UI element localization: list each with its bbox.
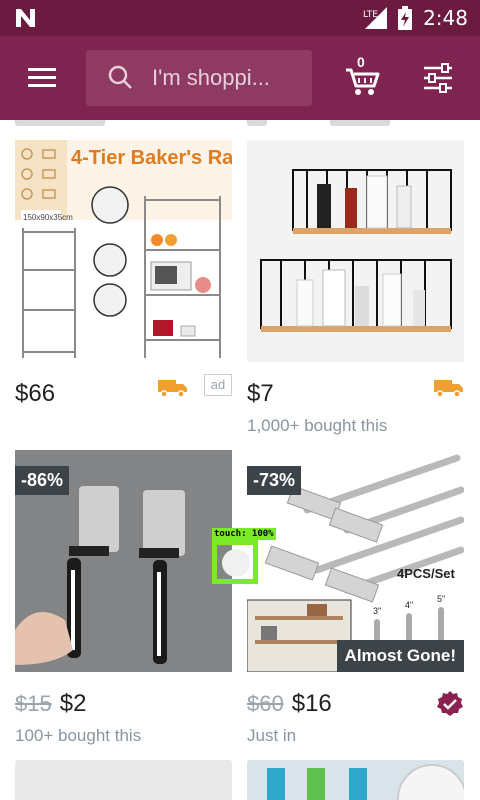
- size-label: 5": [437, 594, 445, 604]
- product-card-peek[interactable]: [247, 760, 464, 800]
- discount-badge: -86%: [15, 466, 70, 495]
- original-price: $15: [15, 691, 52, 716]
- search-icon: [108, 65, 132, 89]
- status-bar: LTE 2:48: [0, 0, 480, 36]
- image-title: 4-Tier Baker's Rack: [71, 147, 232, 169]
- price: $66: [15, 380, 56, 407]
- network-label: LTE: [363, 10, 378, 20]
- discount-badge: -73%: [247, 466, 302, 495]
- battery-charging-icon: [398, 6, 413, 30]
- size-label: 3": [373, 606, 381, 616]
- ad-badge: ad: [204, 374, 232, 396]
- bought-count: 1,000+ bought this: [247, 416, 388, 435]
- price-row: $7: [247, 374, 464, 414]
- previous-row-remnant: [247, 120, 267, 126]
- bakers-rack-illustration: 150x90x35cm 4-Tier Baker's Rack: [15, 140, 232, 358]
- wall-shelf-illustration: [247, 140, 464, 362]
- verified-badge-icon: [437, 691, 463, 716]
- lte-signal-icon: LTE: [363, 7, 388, 29]
- product-image-shelf-brackets[interactable]: 4PCS/Set 3" 4" 5" -73% Almost Gone!: [247, 450, 464, 672]
- almost-gone-banner: Almost Gone!: [336, 640, 464, 672]
- size-label: 4": [405, 600, 413, 610]
- price: $7: [247, 380, 274, 407]
- price-row: $66 ad: [15, 374, 232, 414]
- bought-count: 100+ bought this: [15, 726, 142, 745]
- touch-label: touch: 100%: [212, 528, 276, 540]
- product-image-razor-holder[interactable]: -86%: [15, 450, 232, 672]
- search-input[interactable]: [152, 65, 302, 91]
- price: $16: [291, 690, 332, 717]
- price: $2: [59, 690, 87, 717]
- cart-count-badge: 0: [357, 54, 365, 70]
- dimension-label: 150x90x35cm: [23, 213, 73, 222]
- previous-row-remnant: [330, 120, 390, 126]
- android-n-icon: [16, 9, 35, 27]
- product-image-wall-shelf[interactable]: [247, 140, 464, 362]
- truck-icon: [434, 380, 463, 398]
- listing-status: Just in: [247, 726, 297, 745]
- product-card-peek[interactable]: [15, 760, 232, 800]
- image-label: 4PCS/Set: [397, 566, 455, 581]
- search-bar[interactable]: [86, 50, 312, 106]
- status-time: 2:48: [423, 6, 468, 30]
- filter-sliders-icon[interactable]: [418, 58, 458, 98]
- touch-target-box: [212, 540, 258, 584]
- price-row: $60 $16: [247, 684, 464, 724]
- previous-row-remnant: [15, 120, 105, 126]
- truck-icon: [158, 380, 187, 398]
- product-image-bakers-rack[interactable]: 150x90x35cm 4-Tier Baker's Rack: [15, 140, 232, 362]
- menu-icon[interactable]: [18, 58, 64, 98]
- touch-debug-overlay: touch: 100%: [212, 528, 278, 584]
- app-bar: 0: [0, 36, 480, 120]
- original-price: $60: [247, 691, 284, 716]
- price-row: $15 $2: [15, 684, 232, 724]
- product-feed[interactable]: 150x90x35cm 4-Tier Baker's Rack: [0, 120, 480, 800]
